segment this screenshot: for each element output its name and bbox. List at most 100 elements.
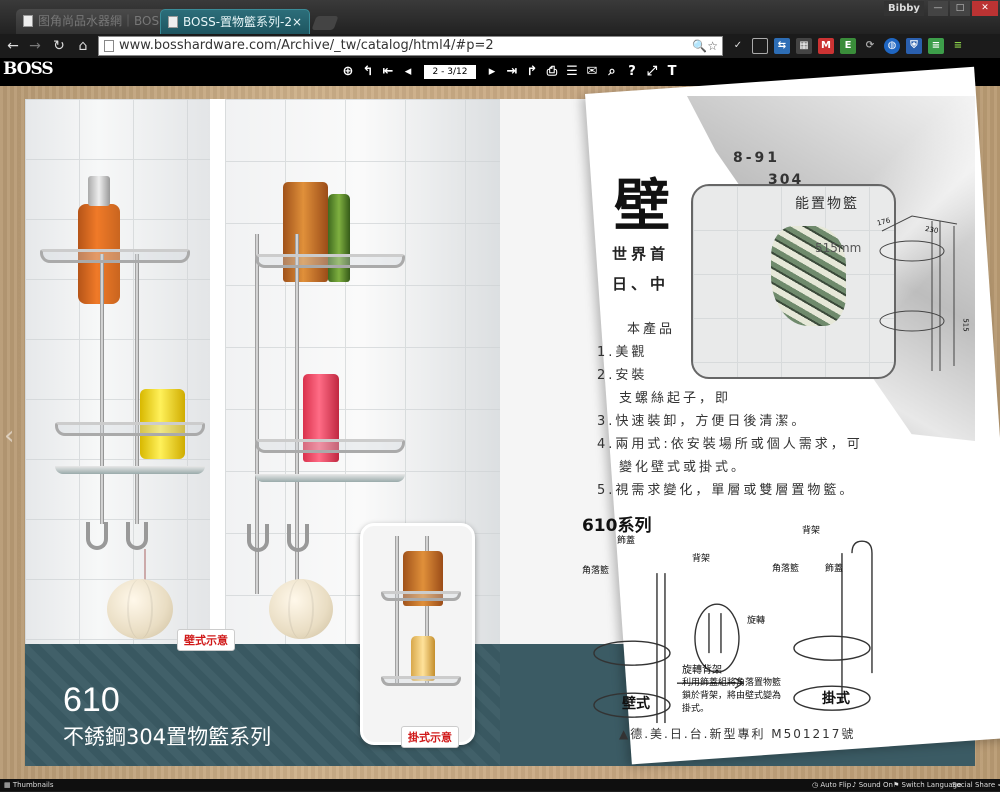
headline-suffix: 能置物籃 bbox=[795, 196, 859, 212]
rack-rail bbox=[135, 254, 139, 524]
shield-extension-icon[interactable]: ⛨ bbox=[906, 38, 922, 54]
rack-hook bbox=[126, 522, 148, 550]
search-icon[interactable]: ⌕ bbox=[604, 62, 620, 82]
new-tab-button[interactable] bbox=[311, 16, 339, 30]
shelf-rack-wall bbox=[40, 154, 210, 589]
dim-height: 515 bbox=[961, 318, 970, 332]
logo-text: BOSS bbox=[3, 59, 54, 79]
evernote-extension-icon[interactable]: E bbox=[840, 38, 856, 54]
help-icon[interactable]: ? bbox=[624, 62, 640, 82]
page-icon bbox=[104, 40, 114, 52]
code-top: 8-91 bbox=[733, 150, 781, 166]
social-share-button[interactable]: Social Share ⋖ bbox=[952, 779, 1000, 791]
photo-divider bbox=[210, 99, 225, 644]
minimize-button[interactable]: — bbox=[928, 1, 948, 16]
page-curl-corner[interactable]: 176 230 515 bbox=[687, 96, 975, 441]
reload-button[interactable]: ↻ bbox=[50, 36, 68, 56]
label-cover: 飾蓋 bbox=[616, 536, 635, 547]
line-world: 世界首 bbox=[611, 245, 669, 264]
wall-mount-badge: 壁式示意 bbox=[177, 629, 235, 651]
green-bottle bbox=[328, 194, 350, 282]
forward-button[interactable]: → bbox=[26, 36, 44, 56]
rotate-desc-3: 掛式。 bbox=[681, 704, 709, 715]
mode-hang-label: 掛式 bbox=[821, 691, 850, 708]
shelf-rack-hang bbox=[235, 164, 435, 594]
page-favicon-icon bbox=[168, 16, 178, 28]
title-big-char: 壁 bbox=[613, 173, 670, 240]
rack-tray-bottom bbox=[55, 422, 205, 436]
globe-extension-icon[interactable]: ◍ bbox=[884, 38, 900, 54]
last-page-icon[interactable]: ⇥ bbox=[504, 62, 520, 82]
intro-line: 本產品 bbox=[626, 322, 675, 338]
check-extension-icon[interactable]: ✓ bbox=[730, 38, 746, 54]
rack-tray-base bbox=[255, 474, 405, 482]
tab-inactive[interactable]: 图角尚品水器網｜BOSS bbox=[16, 9, 166, 34]
sound-button[interactable]: ♪ Sound On bbox=[852, 779, 893, 791]
bottle-cap bbox=[88, 176, 110, 206]
back-button[interactable]: ← bbox=[4, 36, 22, 56]
page-favicon-icon bbox=[23, 15, 33, 27]
auto-flip-button[interactable]: ◷ Auto Flip bbox=[812, 779, 851, 791]
feature-5: 5.視需求變化，單層或雙層置物籃。 bbox=[596, 483, 856, 499]
catalog-page-left[interactable]: 610 不銹鋼304置物籃系列 壁式示意 掛式示意 bbox=[25, 99, 500, 766]
label-cover-right: 飾蓋 bbox=[824, 564, 843, 575]
next-page-icon[interactable]: ▸ bbox=[484, 62, 500, 82]
url-text: www.bosshardware.com/Archive/_tw/catalog… bbox=[119, 38, 494, 53]
screenshot-extension-icon[interactable] bbox=[752, 38, 768, 54]
hang-mount-badge: 掛式示意 bbox=[401, 726, 459, 748]
rack-tray-top bbox=[40, 249, 190, 263]
sheet-extension-icon[interactable]: ≡ bbox=[928, 38, 944, 54]
close-window-button[interactable]: ✕ bbox=[972, 1, 998, 16]
menu-icon[interactable]: ≡ bbox=[950, 38, 966, 54]
patent-note: ▲德.美.日.台.新型專利 M501217號 bbox=[618, 727, 856, 742]
home-button[interactable]: ⌂ bbox=[74, 36, 92, 56]
rack-tray-top bbox=[255, 254, 405, 268]
switch-extension-icon[interactable]: ⇆ bbox=[774, 38, 790, 54]
maximize-button[interactable]: □ bbox=[950, 1, 970, 16]
share-arrow-icon[interactable]: ↱ bbox=[524, 62, 540, 82]
user-profile-badge[interactable]: Bibby bbox=[884, 1, 924, 16]
rack-rail bbox=[100, 254, 104, 524]
address-bar[interactable]: www.bosshardware.com/Archive/_tw/catalog… bbox=[98, 36, 723, 56]
tab-label: BOSS-置物籃系列-2 bbox=[183, 15, 292, 29]
zoom-in-icon[interactable]: ⊕ bbox=[340, 62, 356, 82]
feature-1: 1.美觀 bbox=[596, 345, 648, 361]
undo-icon[interactable]: ↰ bbox=[360, 62, 376, 82]
feature-2: 2.安裝 bbox=[596, 368, 648, 384]
gmail-extension-icon[interactable]: M bbox=[818, 38, 834, 54]
email-icon[interactable]: ✉ bbox=[584, 62, 600, 82]
rack-hook bbox=[247, 524, 269, 552]
rack-hook bbox=[287, 524, 309, 552]
label-back-right: 背架 bbox=[801, 526, 820, 537]
fullscreen-icon[interactable]: ⤢ bbox=[644, 62, 660, 82]
model-number: 610 bbox=[63, 681, 120, 719]
rack-tray-bottom bbox=[255, 439, 405, 453]
curl-product-photo bbox=[691, 184, 896, 379]
list-icon[interactable]: ☰ bbox=[564, 62, 580, 82]
extension-icons: ✓ ⇆ ▦ M E ⟳ ◍ ⛨ ≡ ≡ bbox=[730, 38, 966, 54]
prev-side-arrow-icon[interactable]: ‹ bbox=[4, 416, 18, 456]
dimension-drawing bbox=[879, 215, 958, 371]
thumbnails-button[interactable]: ▦ Thumbnails bbox=[4, 779, 54, 791]
rack-hook bbox=[86, 522, 108, 550]
text-icon[interactable]: T bbox=[664, 62, 680, 82]
label-corner-right: 角落籃 bbox=[771, 564, 799, 575]
first-page-icon[interactable]: ⇤ bbox=[380, 62, 396, 82]
prev-page-icon[interactable]: ◂ bbox=[400, 62, 416, 82]
zoom-star-icons[interactable]: 🔍☆ bbox=[692, 37, 718, 55]
label-corner: 角落籃 bbox=[581, 566, 609, 577]
boss-logo: BOSS BOSS Hardware bbox=[3, 60, 54, 93]
page-number-input[interactable]: 2 - 3/12 bbox=[424, 65, 476, 79]
grid-extension-icon[interactable]: ▦ bbox=[796, 38, 812, 54]
tab-close-icon[interactable]: × bbox=[292, 10, 302, 34]
mode-wall-label: 壁式 bbox=[621, 696, 650, 713]
size-label: 515mm bbox=[815, 241, 862, 255]
print-icon[interactable]: ⎙ bbox=[544, 62, 560, 82]
browser-titlebar: 图角尚品水器網｜BOSS BOSS-置物籃系列-2 × Bibby — □ ✕ bbox=[0, 0, 1000, 34]
tab-active[interactable]: BOSS-置物籃系列-2 × bbox=[160, 9, 310, 34]
rack-tray-base bbox=[55, 466, 205, 474]
sync-extension-icon[interactable]: ⟳ bbox=[862, 38, 878, 54]
rotate-desc-1: 利用飾蓋組將角落置物籃 bbox=[681, 678, 781, 689]
material-code: 304 bbox=[768, 172, 804, 188]
rotate-desc-2: 鎖於背架，將由壁式變為 bbox=[681, 691, 781, 702]
